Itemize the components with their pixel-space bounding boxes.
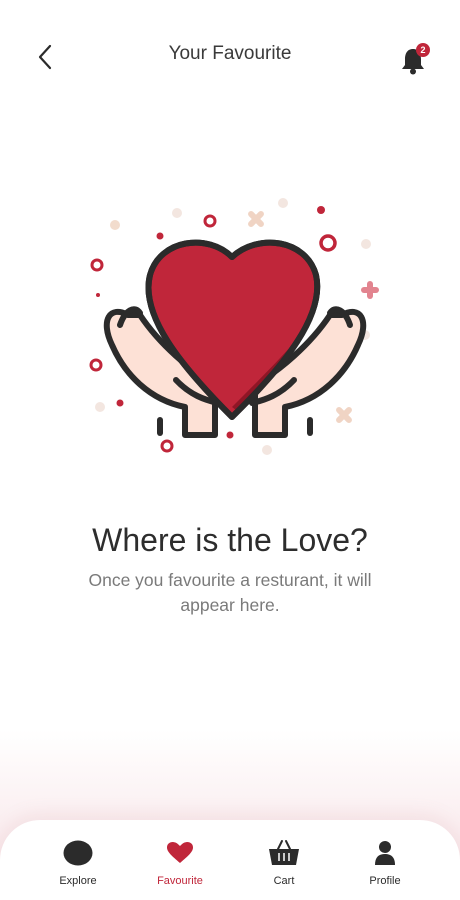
confetti-dot (172, 208, 182, 218)
confetti-ring (90, 258, 104, 272)
confetti-dot (116, 399, 124, 407)
confetti-dot (110, 220, 120, 230)
top-bar: Your Favourite 2 (0, 0, 460, 110)
confetti-ring (203, 214, 217, 228)
empty-state-title: Where is the Love? (92, 522, 368, 558)
confetti-ring (89, 358, 103, 372)
nav-label: Explore (59, 875, 97, 887)
confetti-dot (156, 232, 164, 240)
person-icon (340, 838, 430, 868)
confetti-cross (361, 281, 379, 299)
nav-item-profile[interactable]: Profile (340, 820, 430, 900)
nav-label: Cart (273, 875, 295, 887)
notifications-button[interactable]: 2 (398, 42, 432, 76)
basket-icon (239, 838, 329, 868)
confetti-dot (96, 293, 100, 297)
confetti-ring (160, 439, 174, 453)
notification-badge: 2 (416, 43, 430, 57)
confetti-cross (336, 407, 352, 423)
confetti-cross (248, 211, 264, 227)
nav-item-cart[interactable]: Cart (239, 820, 329, 900)
nav-label: Favourite (157, 875, 203, 887)
nav-label: Profile (369, 875, 401, 887)
confetti-dot (226, 431, 234, 439)
nav-item-explore[interactable]: Explore (33, 820, 123, 900)
empty-favourites-illustration (80, 195, 390, 465)
confetti-dot (262, 445, 272, 455)
confetti-dot (317, 206, 325, 214)
empty-state-subtitle: Once you favourite a resturant, it will … (88, 570, 372, 615)
confetti-dot (278, 198, 288, 208)
explore-icon (33, 838, 123, 868)
page-title: Your Favourite (168, 43, 292, 64)
heart-icon (135, 838, 225, 868)
confetti-dot (95, 402, 105, 412)
confetti-ring (319, 234, 337, 252)
confetti-dot (361, 239, 371, 249)
bottom-navigation: Explore Favourite Cart Profile (0, 820, 460, 900)
nav-item-favourite[interactable]: Favourite (135, 820, 225, 900)
